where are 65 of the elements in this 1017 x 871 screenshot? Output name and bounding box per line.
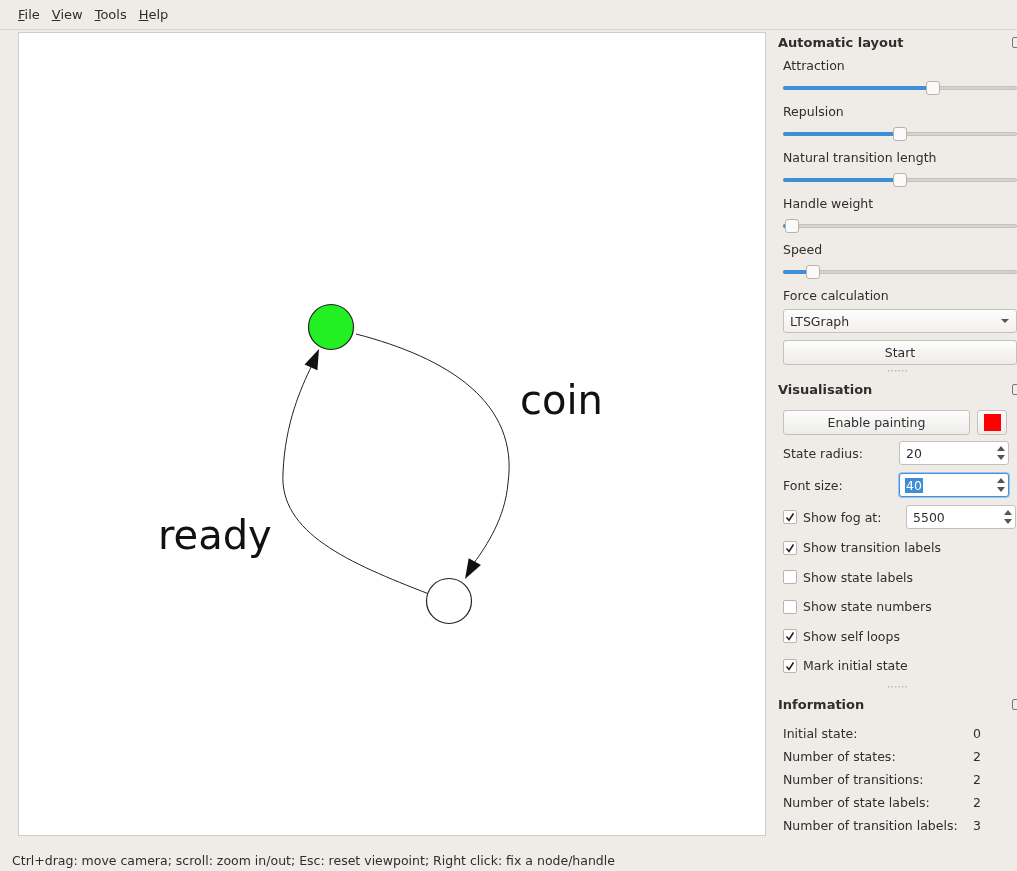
slider-label: Handle weight	[783, 195, 874, 211]
menu-item[interactable]: Help	[132, 7, 175, 22]
slider-label: Repulsion	[783, 103, 844, 119]
slider-thumb[interactable]	[925, 81, 940, 95]
info-value: 3	[973, 817, 981, 833]
field-label: State radius:	[783, 445, 864, 461]
field-label: Force calculation	[783, 287, 889, 303]
color-swatch	[983, 414, 1001, 431]
check-icon	[785, 542, 795, 553]
checkbox-label: Show state numbers	[803, 599, 932, 615]
checkbox-label: Show state labels	[803, 569, 914, 585]
slider-label: Natural transition length	[783, 149, 937, 165]
section-title: Visualisation	[778, 381, 873, 397]
check-icon	[785, 660, 795, 671]
section-title: Automatic layout	[778, 34, 904, 50]
check-icon	[785, 631, 795, 642]
slider-thumb[interactable]	[806, 265, 821, 279]
info-label: Number of transition labels:	[783, 817, 959, 833]
transition-label: ready	[158, 512, 272, 558]
checkbox-label: Mark initial state	[803, 658, 908, 674]
info-value: 2	[973, 748, 981, 764]
checkbox-label: Show fog at:	[803, 509, 883, 525]
info-value: 2	[973, 794, 981, 810]
checkbox[interactable]	[783, 540, 797, 555]
slider-thumb[interactable]	[785, 219, 800, 233]
slider-thumb[interactable]	[893, 127, 907, 141]
checkbox[interactable]	[783, 658, 797, 673]
slider-label: Speed	[783, 241, 823, 257]
caret-icon	[1000, 318, 1010, 324]
start-button[interactable]: Start	[783, 340, 1017, 365]
enable-painting-button[interactable]: Enable painting	[783, 410, 970, 435]
transition-label: coin	[520, 377, 603, 423]
menu-item[interactable]: Tools	[88, 7, 133, 22]
slider-track[interactable]	[783, 218, 1017, 234]
check-icon	[785, 512, 795, 522]
checkbox-label: Show self loops	[803, 628, 900, 644]
graph-canvas[interactable]: coin ready	[18, 32, 766, 836]
menu-item[interactable]: File	[12, 7, 46, 22]
info-label: Number of states:	[783, 748, 897, 764]
info-value: 0	[973, 725, 981, 741]
section-title: Information	[778, 697, 865, 712]
state-node[interactable]	[307, 303, 355, 351]
state-node[interactable]	[425, 577, 473, 625]
slider-track[interactable]	[783, 126, 1017, 142]
slider-track[interactable]	[783, 264, 1017, 280]
force-calculation-dropdown[interactable]: LTSGraph	[783, 309, 1017, 333]
checkbox-label: Show transition labels	[803, 540, 941, 556]
checkbox[interactable]	[783, 599, 797, 614]
color-button[interactable]	[977, 410, 1007, 435]
slider-thumb[interactable]	[893, 173, 907, 187]
info-label: Number of transitions:	[783, 771, 925, 787]
slider-track[interactable]	[783, 172, 1017, 188]
field-label: Font size:	[783, 477, 844, 493]
checkbox[interactable]	[783, 629, 797, 644]
info-value: 2	[973, 771, 981, 787]
slider-track[interactable]	[783, 80, 1017, 96]
spin-field[interactable]: 20	[899, 441, 1009, 465]
status-text: Ctrl+drag: move camera; scroll: zoom in/out; Esc: reset viewpoint; Right click: fix a node/handle	[12, 853, 615, 868]
checkbox[interactable]	[783, 510, 797, 524]
spin-field[interactable]: 5500	[906, 505, 1016, 529]
menu-item[interactable]: View	[45, 7, 89, 22]
checkbox[interactable]	[783, 570, 797, 585]
info-label: Initial state:	[783, 725, 859, 741]
info-label: Number of state labels:	[783, 794, 931, 810]
slider-label: Attraction	[783, 57, 845, 73]
